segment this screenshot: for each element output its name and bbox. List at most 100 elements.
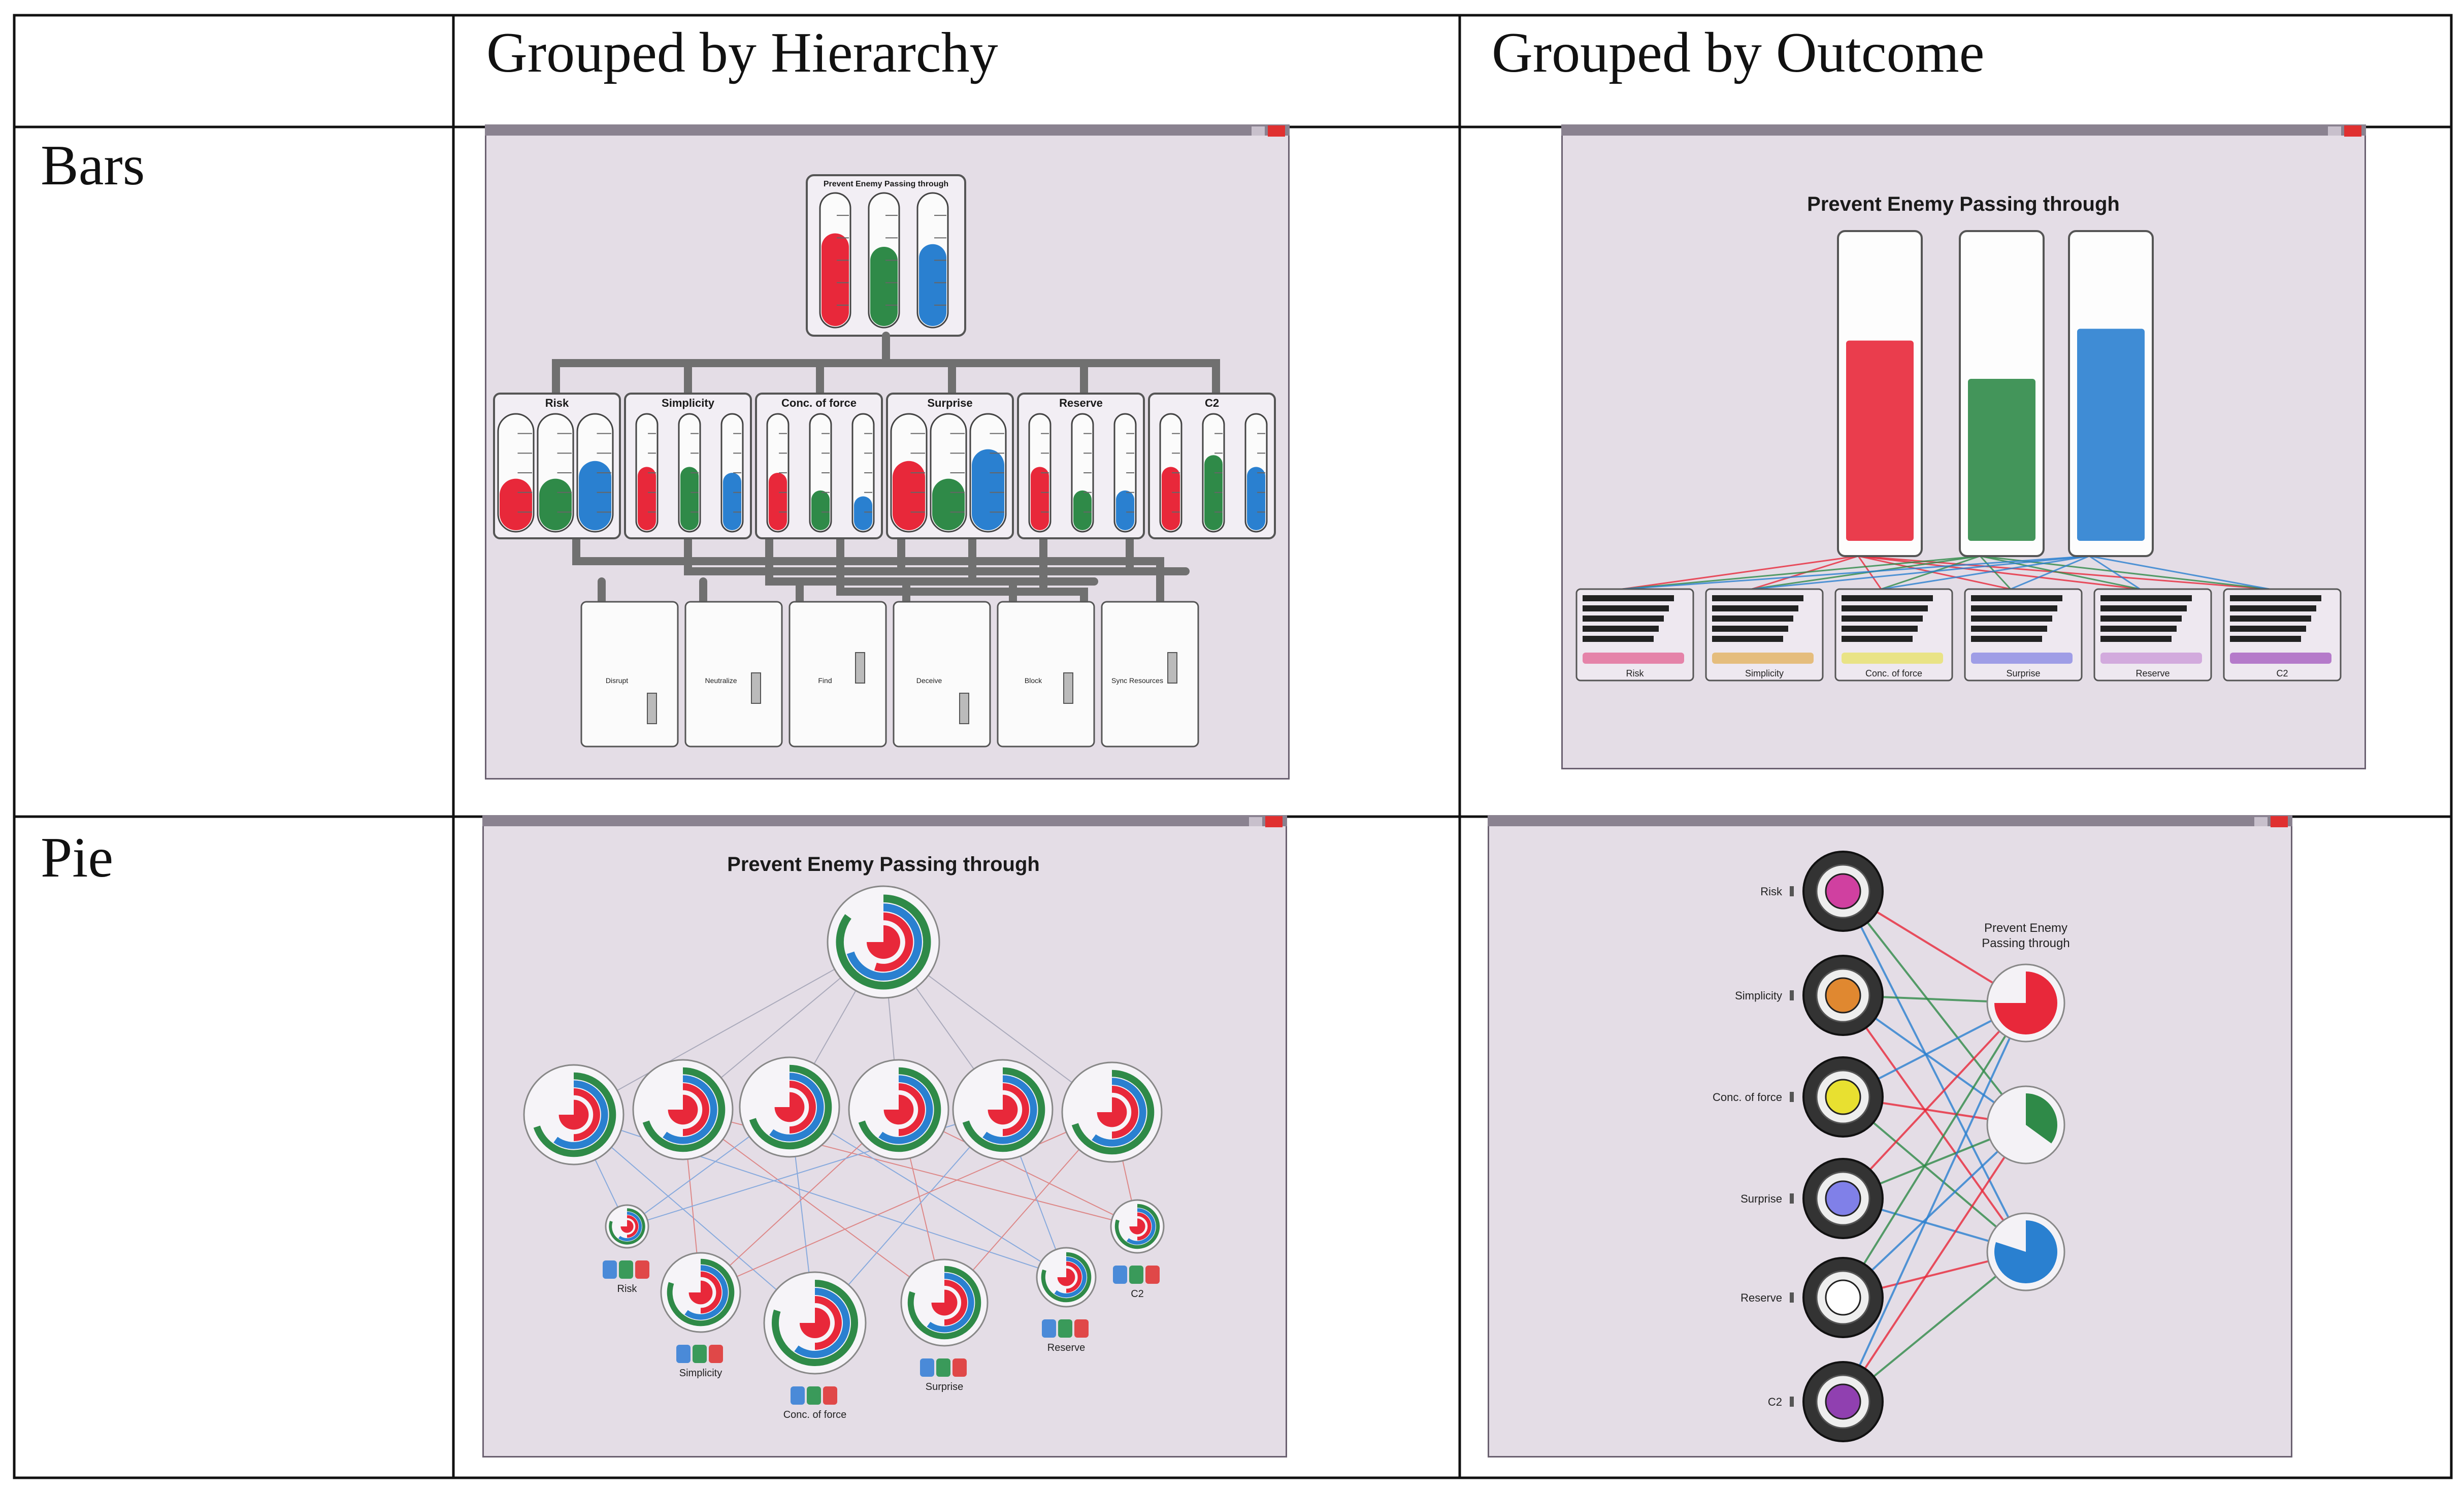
action-slider-4[interactable] [1063,672,1073,704]
pie-out-outcome-2[interactable] [1986,1212,2065,1291]
bars-outcome-window: Prevent Enemy Passing through Risk Simpli… [1561,124,2366,769]
action-panel-4[interactable]: Block [997,601,1095,748]
action-panel-2[interactable]: Find [789,601,887,748]
pie-hier-chip-2-1[interactable] [807,1386,821,1405]
outcome-principle-slider-4[interactable] [2100,653,2202,664]
pie-hier-chip-1-0[interactable] [676,1345,691,1363]
pie-hier-chip-0-2[interactable] [635,1260,649,1279]
pie-hier-chip-2-0[interactable] [791,1386,805,1405]
principle-panel-5[interactable]: C2 [1148,393,1276,539]
column-header-outcome: Grouped by Outcome [1492,21,1985,84]
minimize-icon[interactable] [1252,126,1265,136]
principle-panel-2[interactable]: Conc. of force [755,393,883,539]
outcome-bar-fill-2 [2077,329,2145,541]
pie-out-outcome-0[interactable] [1986,963,2065,1043]
principle-label-5: C2 [1205,397,1219,409]
outcome-principle-3[interactable]: Surprise [1964,588,2083,682]
pie-hier-chip-3-0[interactable] [920,1358,934,1377]
pie-hier-chip-0-1[interactable] [619,1260,633,1279]
action-panel-0[interactable]: Disrupt [580,601,679,748]
pie-hier-low-2[interactable] [763,1271,867,1375]
action-slider-2[interactable] [855,652,865,684]
pie-hier-mid-5[interactable] [1061,1061,1163,1163]
pie-out-handle-1[interactable] [1790,990,1794,1000]
pie-hier-chip-3-1[interactable] [936,1358,950,1377]
outcome-principle-slider-0[interactable] [1583,653,1684,664]
pie-hier-chip-0-0[interactable] [603,1260,617,1279]
outcome-principle-label-0: Risk [1626,668,1645,678]
pie-hier-chip-1-1[interactable] [693,1345,707,1363]
pie-hier-chip-4-1[interactable] [1058,1319,1072,1338]
pie-hier-root[interactable] [827,885,940,999]
pie-out-handle-3[interactable] [1790,1193,1794,1204]
bars-outcome-canvas: Prevent Enemy Passing through Risk Simpli… [1561,124,2366,769]
pie-out-outcome-1[interactable] [1986,1085,2065,1164]
pie-hier-low-5[interactable] [1110,1199,1165,1254]
action-panel-1[interactable]: Neutralize [684,601,783,748]
pie-hier-chip-5-0[interactable] [1113,1266,1127,1284]
pie-hier-chip-3-2[interactable] [952,1358,967,1377]
pie-hier-mid-4[interactable] [952,1059,1054,1160]
pie-hierarchy-canvas: Prevent Enemy Passing through Risk Simpli… [482,815,1287,1457]
close-icon[interactable] [2271,816,2288,827]
outcome-principle-slider-2[interactable] [1842,653,1943,664]
pie-hier-chip-5-1[interactable] [1129,1266,1143,1284]
minimize-icon[interactable] [1249,817,1262,826]
outcome-principle-slider-3[interactable] [1971,653,2073,664]
principle-3-tube-0-fill [893,461,925,530]
pie-hier-mid-1[interactable] [632,1059,734,1160]
minimize-icon[interactable] [2328,126,2341,136]
pie-hier-low-0[interactable] [605,1204,649,1249]
principle-panel-4[interactable]: Reserve [1017,393,1145,539]
outcome-principle-4[interactable]: Reserve [2093,588,2212,682]
principle-5-tube-0-fill [1162,467,1180,530]
close-icon[interactable] [2344,125,2361,137]
pie-hier-chip-4-2[interactable] [1074,1319,1089,1338]
pie-out-handle-4[interactable] [1790,1292,1794,1303]
pie-hier-low-3[interactable] [900,1258,989,1347]
principle-5-tube-2-fill [1247,467,1265,530]
action-slider-1[interactable] [751,672,761,704]
action-slider-5[interactable] [1167,652,1177,684]
outcome-principle-label-1: Simplicity [1745,668,1784,678]
pie-out-handle-2[interactable] [1790,1092,1794,1102]
principle-panel-3[interactable]: Surprise [886,393,1014,539]
pie-hier-mid-3[interactable] [848,1059,949,1160]
action-slider-0[interactable] [647,693,657,724]
action-slider-3[interactable] [959,693,969,724]
pie-hier-title: Prevent Enemy Passing through [727,853,1040,876]
pie-hier-mid-0[interactable] [523,1064,625,1165]
pie-hier-low-1[interactable] [660,1252,741,1333]
pie-outcome-window: Prevent Enemy Passing through Risk Simpli… [1488,815,2292,1457]
principle-panel-0[interactable]: Risk [493,393,621,539]
outcome-principle-slider-5[interactable] [2230,653,2331,664]
outcome-principle-1[interactable]: Simplicity [1705,588,1824,682]
pie-hier-chip-2-2[interactable] [823,1386,837,1405]
pie-hierarchy-window: Prevent Enemy Passing through Risk Simpli… [482,815,1287,1457]
principle-4-tube-1-fill [1073,490,1092,530]
close-icon[interactable] [1268,125,1285,137]
root-tube-0-fill [822,233,849,326]
minimize-icon[interactable] [2254,817,2268,826]
action-panel-5[interactable]: Sync Resources [1101,601,1199,748]
pie-hier-mid-2[interactable] [739,1056,840,1158]
principle-label-4: Reserve [1059,397,1103,409]
pie-hier-chip-1-2[interactable] [709,1345,723,1363]
principle-label-3: Surprise [927,397,972,409]
pie-out-label-0: Risk [1760,885,1783,898]
outcome-principle-5[interactable]: C2 [2223,588,2342,682]
pie-hier-label-2: Conc. of force [783,1409,847,1420]
pie-hier-chip-4-0[interactable] [1042,1319,1056,1338]
close-icon[interactable] [1265,816,1283,827]
pie-out-handle-0[interactable] [1790,886,1794,896]
pie-out-label-3: Surprise [1740,1192,1782,1205]
pie-hier-low-4[interactable] [1036,1247,1097,1308]
outcome-principle-2[interactable]: Conc. of force [1834,588,1953,682]
pie-hier-chip-5-2[interactable] [1145,1266,1160,1284]
outcome-principle-slider-1[interactable] [1712,653,1814,664]
principle-panel-1[interactable]: Simplicity [624,393,752,539]
pie-out-handle-5[interactable] [1790,1397,1794,1407]
action-panel-3[interactable]: Deceive [893,601,991,748]
pie-hier-label-3: Surprise [926,1381,963,1392]
outcome-principle-0[interactable]: Risk [1575,588,1694,682]
